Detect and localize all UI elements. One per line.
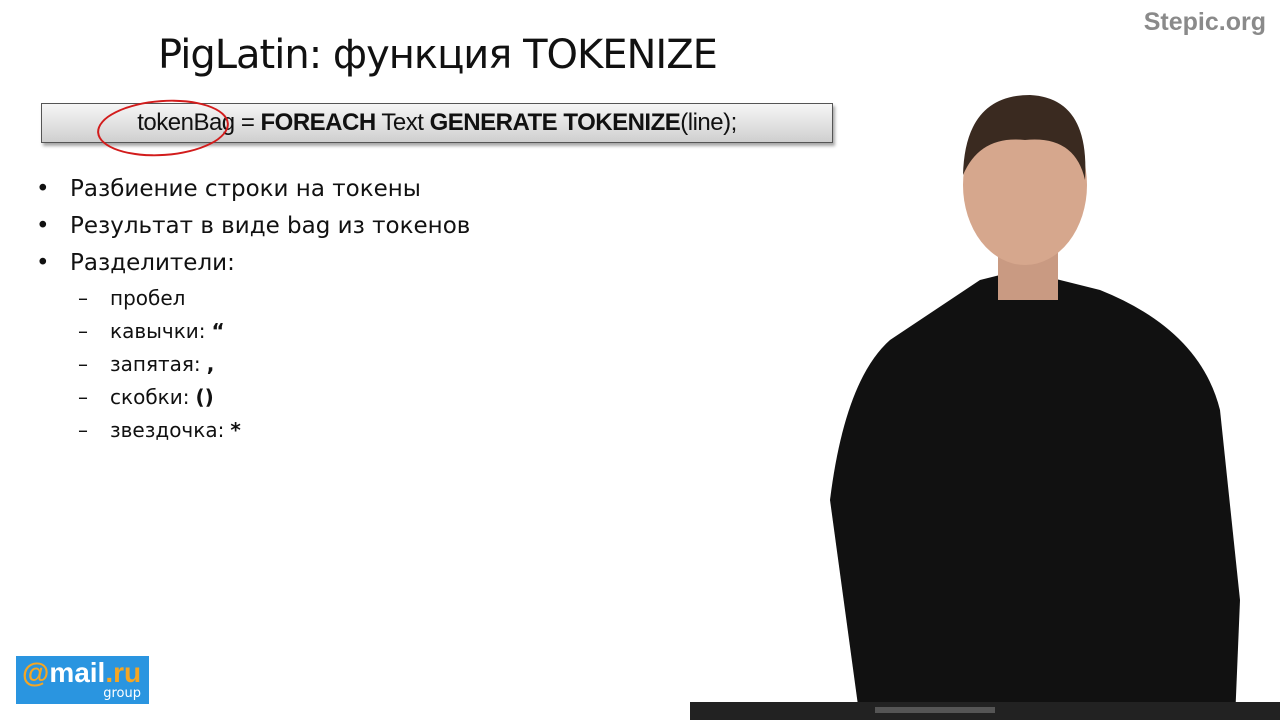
- bullet-glyph: •: [36, 175, 50, 202]
- logo-ru: .ru: [105, 657, 142, 688]
- sub-symbol: “: [211, 318, 225, 343]
- code-kw-generate: GENERATE TOKENIZE: [429, 109, 681, 136]
- bullet-item: • Результат в виде bag из токенов: [36, 207, 470, 244]
- code-kw-foreach: FOREACH: [260, 109, 377, 136]
- logo-at: @: [22, 657, 50, 688]
- sub-item: – запятая:,: [36, 347, 470, 380]
- sub-symbol: ,: [206, 351, 215, 376]
- bullet-text: Результат в виде bag из токенов: [70, 212, 471, 239]
- sub-item: – звездочка: *: [36, 413, 470, 446]
- sub-label: запятая:: [110, 351, 201, 376]
- bullet-text: Разделители:: [70, 249, 235, 276]
- code-eq: =: [234, 109, 261, 136]
- dash-glyph: –: [78, 417, 88, 442]
- sub-symbol: (): [195, 384, 214, 409]
- bullet-list: • Разбиение строки на токены • Результат в…: [36, 170, 470, 446]
- logo-name: mail: [49, 657, 106, 688]
- code-text: Text: [375, 109, 430, 136]
- bullet-item: • Разделители:: [36, 244, 470, 281]
- sub-label: скобки:: [110, 384, 190, 409]
- dash-glyph: –: [78, 384, 88, 409]
- dash-glyph: –: [78, 285, 88, 310]
- sub-item: – пробел: [36, 281, 470, 314]
- stepic-watermark: Stepic.org: [1143, 8, 1266, 36]
- sub-symbol: *: [230, 417, 241, 442]
- bullet-glyph: •: [36, 249, 50, 276]
- sub-item: – кавычки: “: [36, 314, 470, 347]
- bullet-text: Разбиение строки на токены: [70, 175, 421, 202]
- presenter-figure: [690, 95, 1280, 720]
- mailru-group-logo: @mail.ru group: [16, 656, 149, 704]
- sub-label: пробел: [110, 285, 186, 310]
- dash-glyph: –: [78, 318, 88, 343]
- sub-label: кавычки:: [110, 318, 206, 343]
- logo-group: group: [103, 686, 141, 701]
- bullet-item: • Разбиение строки на токены: [36, 170, 470, 207]
- sub-label: звездочка:: [110, 417, 225, 442]
- slide-title: PigLatin: функция TOKENIZE: [158, 32, 718, 78]
- bullet-glyph: •: [36, 212, 50, 239]
- sub-item: – скобки:(): [36, 380, 470, 413]
- dash-glyph: –: [78, 351, 88, 376]
